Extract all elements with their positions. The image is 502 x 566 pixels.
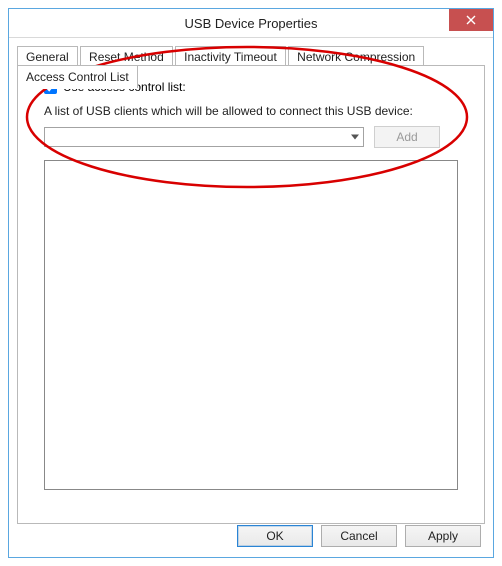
apply-button[interactable]: Apply — [405, 525, 481, 547]
titlebar: USB Device Properties — [9, 9, 493, 38]
tab-panel-acl: Use access control list: A list of USB c… — [17, 66, 485, 524]
dialog-window: USB Device Properties General Reset Meth… — [8, 8, 494, 558]
ok-button[interactable]: OK — [237, 525, 313, 547]
acl-entry-row: Add — [44, 126, 472, 148]
close-icon — [466, 15, 476, 25]
tab-access-control-list[interactable]: Access Control List — [17, 65, 138, 88]
tab-inactivity-timeout[interactable]: Inactivity Timeout — [175, 46, 286, 67]
add-button[interactable]: Add — [374, 126, 440, 148]
cancel-button[interactable]: Cancel — [321, 525, 397, 547]
tab-network-compression[interactable]: Network Compression — [288, 46, 424, 67]
client-combobox[interactable] — [44, 127, 364, 147]
window-title: USB Device Properties — [185, 16, 318, 31]
dialog-buttons: OK Cancel Apply — [237, 525, 481, 547]
acl-description: A list of USB clients which will be allo… — [44, 104, 472, 118]
canvas: USB Device Properties General Reset Meth… — [0, 0, 502, 566]
tab-strip: General Reset Method Inactivity Timeout … — [17, 44, 485, 66]
acl-list[interactable] — [44, 160, 458, 490]
tab-general[interactable]: General — [17, 46, 78, 67]
tab-reset-method[interactable]: Reset Method — [80, 46, 173, 67]
close-button[interactable] — [449, 9, 493, 31]
